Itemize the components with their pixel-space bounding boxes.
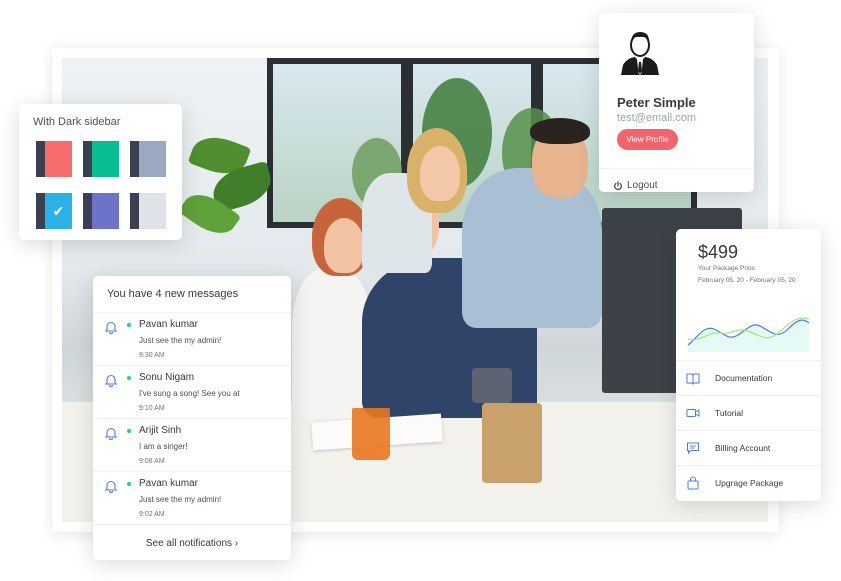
theme-swatch-teal[interactable] [83,141,119,177]
view-profile-button[interactable]: View Profile [617,129,678,150]
notification-text: I am a singer! [139,442,188,451]
notification-item[interactable]: Pavan kumar Just see the my admin! 9:30 … [93,313,291,366]
notification-sender: Sonu Nigam [139,372,195,383]
menu-item-tutorial[interactable]: Tutorial [676,395,821,430]
avatar [617,29,663,75]
divider [599,168,754,169]
package-date-range: February 05, 20 - February 05, 20 [698,277,796,284]
theme-swatch-red[interactable] [36,141,72,177]
see-all-notifications-link[interactable]: See all notifications › [93,538,291,549]
package-price: $499 [698,242,739,262]
notification-sender: Pavan kumar [139,478,198,489]
menu-item-documentation[interactable]: Documentation [676,360,821,395]
user-avatar-icon [617,29,663,75]
logout-button[interactable]: Logout [613,180,658,191]
package-dropdown: $499 Your Package Price February 05, 20 … [676,229,821,501]
notification-sender: Arijit Sinh [139,425,182,436]
profile-email: test@email.com [617,112,697,124]
theme-swatch-indigo[interactable] [83,193,119,229]
menu-item-label: Tutorial [715,408,744,418]
video-icon [686,409,700,417]
menu-item-label: Upgrage Package [715,478,784,488]
notifications-dropdown: You have 4 new messages Pavan kumar Just… [93,276,291,560]
notifications-header: You have 4 new messages [107,288,239,300]
notification-time: 9:30 AM [139,352,165,359]
package-subtitle: Your Package Price [698,265,755,272]
unread-dot [127,482,131,486]
theme-swatch-grid: ✔ [36,141,168,229]
notification-item[interactable]: Arijit Sinh I am a singer! 9:08 AM [93,419,291,472]
notification-sender: Pavan kumar [139,319,198,330]
menu-item-upgrade-package[interactable]: Upgrage Package [676,465,821,500]
notification-text: Just see the my admin! [139,495,222,504]
menu-item-label: Billing Account [715,443,771,453]
bell-icon [104,374,118,387]
notification-time: 9:02 AM [139,511,165,518]
book-icon [686,373,700,385]
theme-swatch-blue[interactable]: ✔ [36,193,72,229]
unread-dot [127,429,131,433]
notification-text: Just see the my admin! [139,336,222,345]
bell-icon [104,427,118,440]
power-icon [614,180,622,190]
theme-panel-title: With Dark sidebar [33,116,121,128]
menu-item-billing-account[interactable]: Billing Account [676,430,821,465]
notification-item[interactable]: Sonu Nigam I've sung a song! See you at … [93,366,291,419]
menu-item-label: Documentation [715,373,773,383]
unread-dot [127,323,131,327]
bag-icon [687,476,699,490]
checkmark-icon: ✔ [52,202,65,219]
bell-icon [104,321,118,334]
package-sparkline [687,317,810,352]
notification-item[interactable]: Pavan kumar Just see the my admin! 9:02 … [93,472,291,525]
bell-icon [104,480,118,493]
sidebar-theme-panel: With Dark sidebar ✔ [19,104,182,240]
notification-time: 9:10 AM [139,405,165,412]
profile-name: Peter Simple [617,95,696,110]
profile-dropdown: Peter Simple test@email.com View Profile… [599,13,754,192]
unread-dot [127,376,131,380]
notification-text: I've sung a song! See you at [139,389,240,398]
chat-icon [687,442,699,455]
notification-time: 9:08 AM [139,458,165,465]
theme-swatch-slate[interactable] [130,141,166,177]
theme-swatch-light-gray[interactable] [130,193,166,229]
logout-label: Logout [627,180,658,191]
